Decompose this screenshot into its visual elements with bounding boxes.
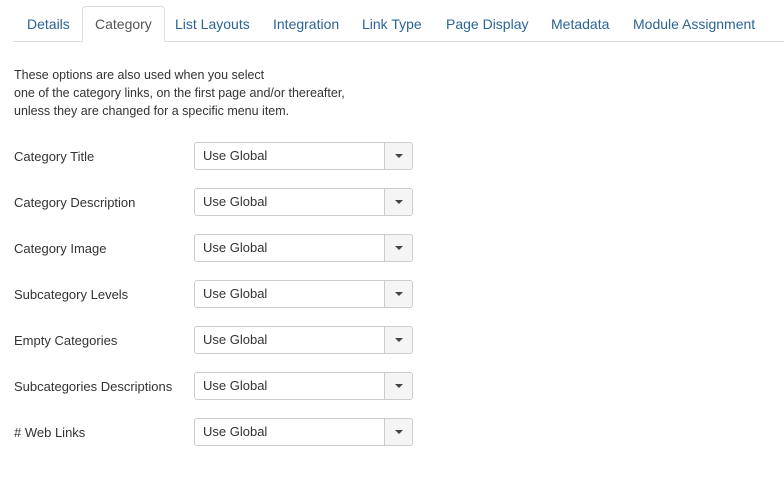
intro-line-2: one of the category links, on the first … (14, 86, 345, 100)
select-value: Use Global (203, 194, 268, 209)
caret-down-icon (395, 200, 403, 204)
empty-categories-label: Empty Categories (14, 333, 118, 348)
subcategories-descriptions-label: Subcategories Descriptions (14, 379, 173, 394)
tab-list-layouts[interactable]: List Layouts (175, 6, 250, 42)
tab-metadata[interactable]: Metadata (551, 6, 609, 42)
select-value: Use Global (203, 378, 268, 393)
caret-down-icon (395, 430, 403, 434)
select-value: Use Global (203, 240, 268, 255)
category-image-label: Category Image (14, 241, 107, 256)
tab-bar: Details Category List Layouts Integratio… (13, 6, 784, 42)
dropdown-toggle[interactable] (384, 235, 412, 261)
intro-line-1: These options are also used when you sel… (14, 68, 265, 82)
web-links-select[interactable]: Use Global (194, 418, 413, 446)
category-description-select[interactable]: Use Global (194, 188, 413, 216)
select-value: Use Global (203, 332, 268, 347)
tab-module-assignment[interactable]: Module Assignment (633, 6, 755, 42)
tab-page-display[interactable]: Page Display (446, 6, 529, 42)
tab-integration[interactable]: Integration (273, 6, 339, 42)
dropdown-toggle[interactable] (384, 143, 412, 169)
dropdown-toggle[interactable] (384, 373, 412, 399)
category-options-page: Details Category List Layouts Integratio… (0, 0, 784, 477)
tab-link-type[interactable]: Link Type (362, 6, 422, 42)
subcategories-descriptions-select[interactable]: Use Global (194, 372, 413, 400)
category-description-label: Category Description (14, 195, 136, 210)
category-title-select[interactable]: Use Global (194, 142, 413, 170)
select-value: Use Global (203, 286, 268, 301)
dropdown-toggle[interactable] (384, 327, 412, 353)
dropdown-toggle[interactable] (384, 189, 412, 215)
web-links-label: # Web Links (14, 425, 86, 440)
category-image-select[interactable]: Use Global (194, 234, 413, 262)
category-title-label: Category Title (14, 149, 95, 164)
dropdown-toggle[interactable] (384, 281, 412, 307)
tab-details[interactable]: Details (27, 6, 70, 42)
intro-line-3: unless they are changed for a specific m… (14, 104, 290, 118)
subcategory-levels-select[interactable]: Use Global (194, 280, 413, 308)
caret-down-icon (395, 338, 403, 342)
select-value: Use Global (203, 424, 268, 439)
empty-categories-select[interactable]: Use Global (194, 326, 413, 354)
subcategory-levels-label: Subcategory Levels (14, 287, 129, 302)
caret-down-icon (395, 154, 403, 158)
caret-down-icon (395, 246, 403, 250)
tab-category[interactable]: Category (82, 6, 165, 42)
dropdown-toggle[interactable] (384, 419, 412, 445)
caret-down-icon (395, 384, 403, 388)
select-value: Use Global (203, 148, 268, 163)
intro-text: These options are also used when you sel… (14, 66, 345, 120)
caret-down-icon (395, 292, 403, 296)
